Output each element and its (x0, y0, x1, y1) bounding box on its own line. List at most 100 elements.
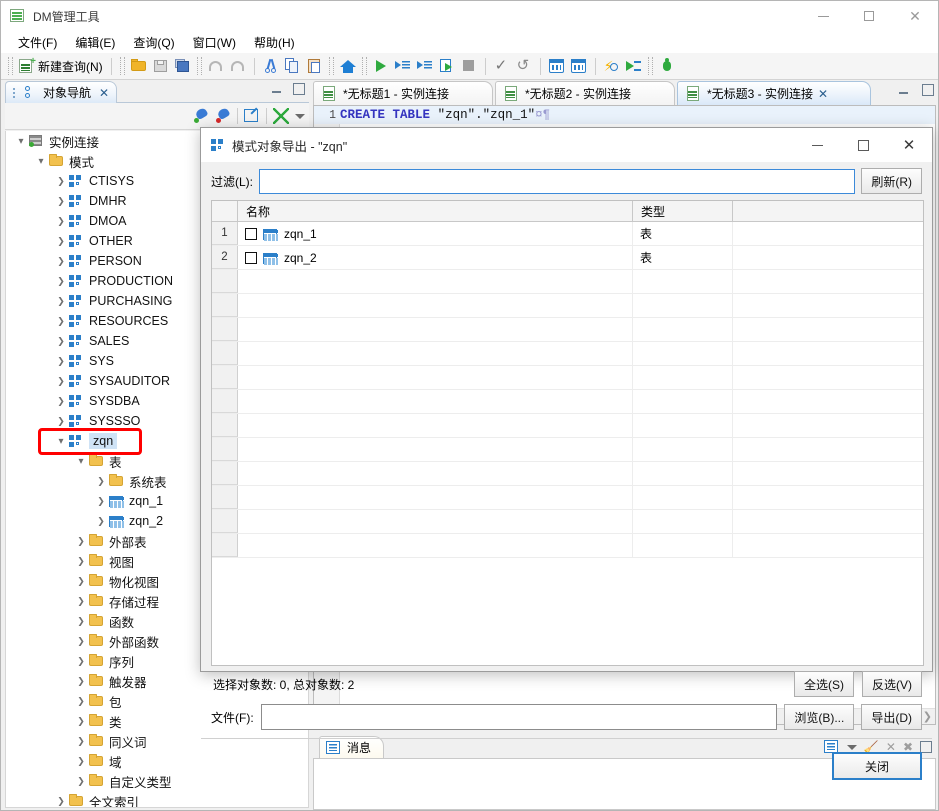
chevron-right-icon[interactable] (94, 496, 108, 507)
filter-input[interactable] (259, 169, 855, 194)
debug-button[interactable] (656, 55, 678, 77)
dialog-minimize-button[interactable] (794, 128, 840, 162)
cell-name[interactable]: zqn_2 (238, 246, 633, 269)
tab-untitled-1[interactable]: *无标题1 - 实例连接 (313, 81, 493, 105)
new-query-button[interactable]: + 新建查询(N) (16, 55, 106, 77)
chevron-right-icon[interactable] (74, 596, 88, 607)
chevron-down-icon[interactable] (74, 456, 88, 467)
toolbar-grip-2[interactable] (120, 57, 125, 75)
stop-button[interactable] (458, 55, 480, 77)
chevron-right-icon[interactable] (54, 416, 68, 427)
export-button[interactable]: 导出(D) (861, 704, 922, 730)
copy-button[interactable] (282, 55, 304, 77)
tab-object-navigator[interactable]: 对象导航 ✕ (5, 81, 117, 103)
connect-icon[interactable] (193, 108, 209, 124)
menu-query[interactable]: 查询(Q) (124, 32, 183, 53)
invert-selection-button[interactable]: 反选(V) (862, 671, 922, 697)
chevron-right-icon[interactable] (74, 716, 88, 727)
query-plan-button[interactable] (546, 55, 568, 77)
tree-item-全文索引[interactable]: 全文索引 (6, 791, 308, 808)
chevron-down-icon[interactable] (14, 136, 28, 147)
chevron-right-icon[interactable] (54, 396, 68, 407)
dialog-close-button[interactable]: ✕ (886, 128, 932, 162)
chevron-right-icon[interactable] (54, 356, 68, 367)
chevron-right-icon[interactable] (54, 376, 68, 387)
toolbar-grip-4[interactable] (329, 57, 334, 75)
close-icon[interactable]: ✕ (99, 86, 109, 100)
chevron-right-icon[interactable] (54, 316, 68, 327)
menu-edit[interactable]: 编辑(E) (66, 32, 124, 53)
tree-item-自定义类型[interactable]: 自定义类型 (6, 771, 308, 791)
menu-help[interactable]: 帮助(H) (245, 32, 304, 53)
chevron-right-icon[interactable] (54, 796, 68, 807)
toolbar-grip[interactable] (8, 57, 13, 75)
scroll-right-icon[interactable]: ❯ (923, 710, 932, 723)
edit-icon[interactable] (244, 108, 260, 124)
chevron-right-icon[interactable] (54, 336, 68, 347)
chevron-right-icon[interactable] (74, 736, 88, 747)
chevron-down-icon[interactable] (54, 436, 68, 447)
cell-name[interactable]: zqn_1 (238, 222, 633, 245)
execute-script-button[interactable] (436, 55, 458, 77)
maximize-view-icon[interactable] (293, 83, 305, 95)
execute-button[interactable] (370, 55, 392, 77)
save-all-button[interactable] (172, 55, 194, 77)
table-row[interactable]: 2zqn_2表 (212, 246, 923, 270)
chevron-right-icon[interactable] (54, 276, 68, 287)
tab-messages[interactable]: 消息 (319, 736, 384, 758)
table-row[interactable]: 1zqn_1表 (212, 222, 923, 246)
chevron-right-icon[interactable] (74, 636, 88, 647)
column-header-name[interactable]: 名称 (238, 201, 633, 221)
browse-button[interactable]: 浏览(B)... (784, 704, 854, 730)
query-history-button[interactable] (568, 55, 590, 77)
chevron-right-icon[interactable] (74, 756, 88, 767)
row-checkbox[interactable] (245, 252, 257, 264)
cut-button[interactable] (260, 55, 282, 77)
commit-button[interactable]: ✓ (491, 55, 513, 77)
redo-button[interactable] (227, 55, 249, 77)
toolbar-grip-5[interactable] (362, 57, 367, 75)
drag-handle-icon[interactable] (12, 87, 20, 99)
dropdown-caret-icon[interactable] (847, 745, 857, 750)
close-dialog-button[interactable]: 关闭 (832, 752, 922, 780)
collapse-all-icon[interactable] (273, 108, 289, 124)
window-close-button[interactable]: ✕ (892, 1, 938, 31)
object-table[interactable]: 名称 类型 1zqn_1表2zqn_2表 (211, 200, 924, 666)
chevron-right-icon[interactable] (74, 676, 88, 687)
explain-button[interactable]: ⚡ (601, 55, 623, 77)
tree-item-域[interactable]: 域 (6, 751, 308, 771)
tab-untitled-3[interactable]: *无标题3 - 实例连接 ✕ (677, 81, 871, 105)
chevron-right-icon[interactable] (94, 476, 108, 487)
execute-to-cursor-button[interactable] (414, 55, 436, 77)
refresh-button[interactable]: 刷新(R) (861, 168, 922, 194)
chevron-right-icon[interactable] (74, 536, 88, 547)
menu-window[interactable]: 窗口(W) (184, 32, 245, 53)
chevron-down-icon[interactable] (34, 156, 48, 167)
rollback-button[interactable]: ↺ (513, 55, 535, 77)
row-checkbox[interactable] (245, 228, 257, 240)
chevron-right-icon[interactable] (74, 576, 88, 587)
menu-file[interactable]: 文件(F) (9, 32, 66, 53)
chevron-right-icon[interactable] (74, 696, 88, 707)
execute-step-button[interactable] (392, 55, 414, 77)
toolbar-grip-6[interactable] (648, 57, 653, 75)
tab-untitled-2[interactable]: *无标题2 - 实例连接 (495, 81, 675, 105)
toolbar-grip-3[interactable] (197, 57, 202, 75)
column-header-type[interactable]: 类型 (633, 201, 733, 221)
file-path-input[interactable] (261, 704, 778, 730)
paste-button[interactable] (304, 55, 326, 77)
home-button[interactable] (337, 55, 359, 77)
minimize-editor-icon[interactable] (898, 84, 910, 96)
save-button[interactable] (150, 55, 172, 77)
window-maximize-button[interactable] (846, 1, 892, 31)
chevron-right-icon[interactable] (74, 616, 88, 627)
minimize-view-icon[interactable] (271, 83, 283, 95)
tree-item-同义词[interactable]: 同义词 (6, 731, 308, 751)
view-menu-icon[interactable] (295, 114, 305, 119)
chevron-right-icon[interactable] (54, 176, 68, 187)
chevron-right-icon[interactable] (74, 656, 88, 667)
window-minimize-button[interactable] (800, 1, 846, 31)
maximize-editor-icon[interactable] (922, 84, 934, 96)
open-button[interactable] (128, 55, 150, 77)
chevron-right-icon[interactable] (94, 516, 108, 527)
